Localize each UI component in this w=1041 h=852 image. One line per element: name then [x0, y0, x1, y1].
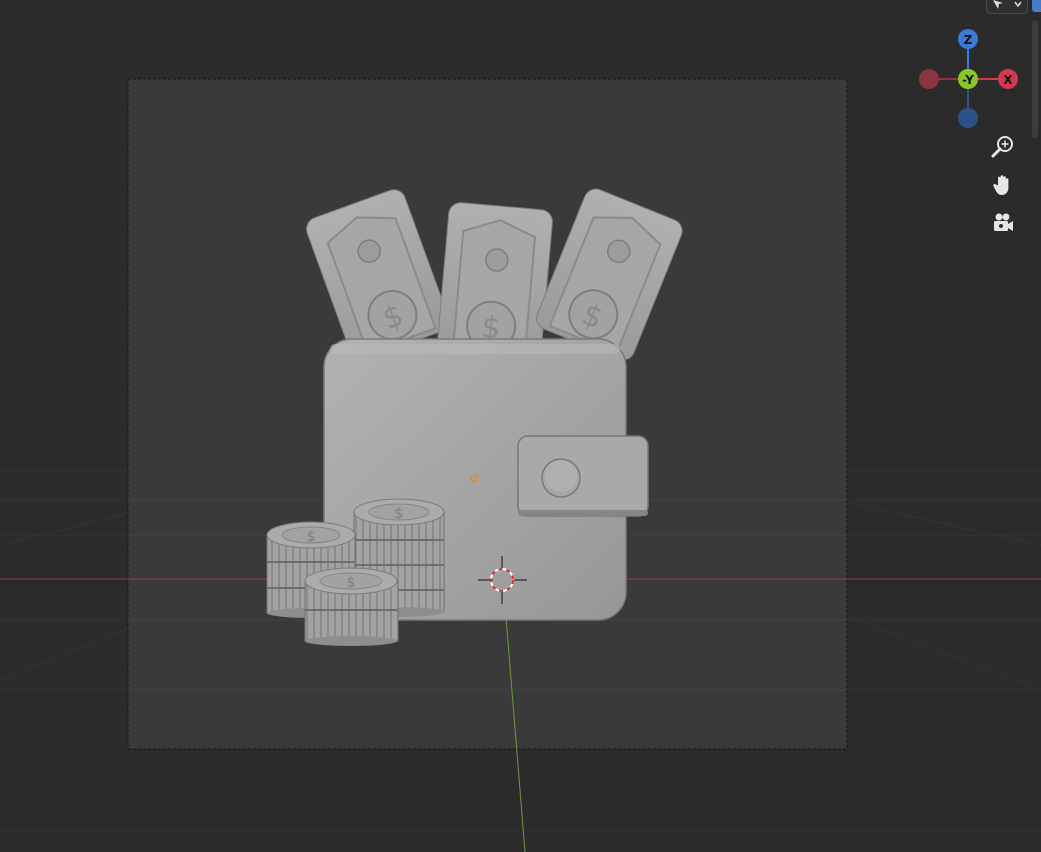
3d-viewport[interactable]: $ $ $ $ $ $ Z X -Y: [0, 0, 1041, 852]
gizmo-neg-x-handle: [919, 69, 939, 89]
camera-view-button[interactable]: [988, 208, 1018, 238]
coin-stack-front[interactable]: $: [304, 567, 399, 646]
gizmo-dropdown[interactable]: [986, 0, 1028, 14]
money-bills[interactable]: $ $ $: [303, 185, 685, 363]
gizmo-x-label: X: [1003, 73, 1013, 87]
pan-button[interactable]: [988, 170, 1018, 200]
zoom-icon: [991, 136, 1013, 158]
cursor-arrow-icon: [993, 0, 1003, 9]
navigation-gizmo[interactable]: Z X -Y: [919, 29, 1018, 128]
zoom-button[interactable]: [988, 132, 1018, 162]
wallet-clasp: [517, 435, 649, 517]
coin-dollar-sign: $: [307, 529, 316, 545]
coin-dollar-sign: $: [395, 506, 404, 522]
coin-dollar-sign: $: [347, 575, 356, 591]
bill-middle: $: [437, 202, 553, 360]
camera-view-icon: [994, 213, 1013, 231]
hand-pan-icon: [993, 175, 1009, 195]
header-toggle-button[interactable]: [1032, 0, 1041, 12]
chevron-down-icon: [1014, 1, 1022, 8]
gizmo-neg-z-handle: [958, 108, 978, 128]
gizmo-z-label: Z: [964, 33, 973, 47]
gizmo-y-label: -Y: [962, 73, 974, 87]
viewport-scrollbar[interactable]: [1032, 20, 1038, 138]
